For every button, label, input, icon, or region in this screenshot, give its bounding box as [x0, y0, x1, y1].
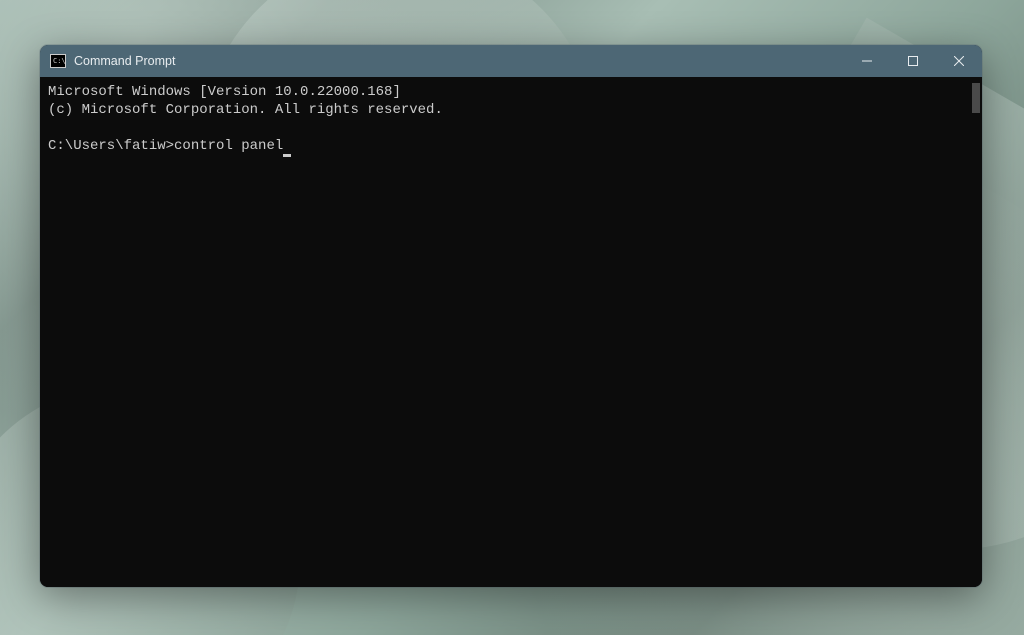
close-icon: [954, 56, 964, 66]
prompt-text: C:\Users\fatiw>: [48, 138, 174, 154]
minimize-button[interactable]: [844, 45, 890, 77]
cmd-icon: C:\: [50, 54, 66, 68]
prompt-line: C:\Users\fatiw>control panel: [48, 137, 974, 155]
terminal-content-area[interactable]: Microsoft Windows [Version 10.0.22000.16…: [40, 77, 982, 587]
minimize-icon: [862, 56, 872, 66]
window-controls: [844, 45, 982, 77]
window-title: Command Prompt: [74, 54, 175, 68]
banner-line-1: Microsoft Windows [Version 10.0.22000.16…: [48, 83, 974, 101]
titlebar[interactable]: C:\ Command Prompt: [40, 45, 982, 77]
cursor: [283, 154, 291, 157]
scrollbar-thumb[interactable]: [972, 83, 980, 113]
command-input[interactable]: control panel: [174, 138, 283, 154]
maximize-icon: [908, 56, 918, 66]
banner-line-2: (c) Microsoft Corporation. All rights re…: [48, 101, 974, 119]
command-prompt-window: C:\ Command Prompt Microsoft Windows [Ve…: [40, 45, 982, 587]
close-button[interactable]: [936, 45, 982, 77]
maximize-button[interactable]: [890, 45, 936, 77]
